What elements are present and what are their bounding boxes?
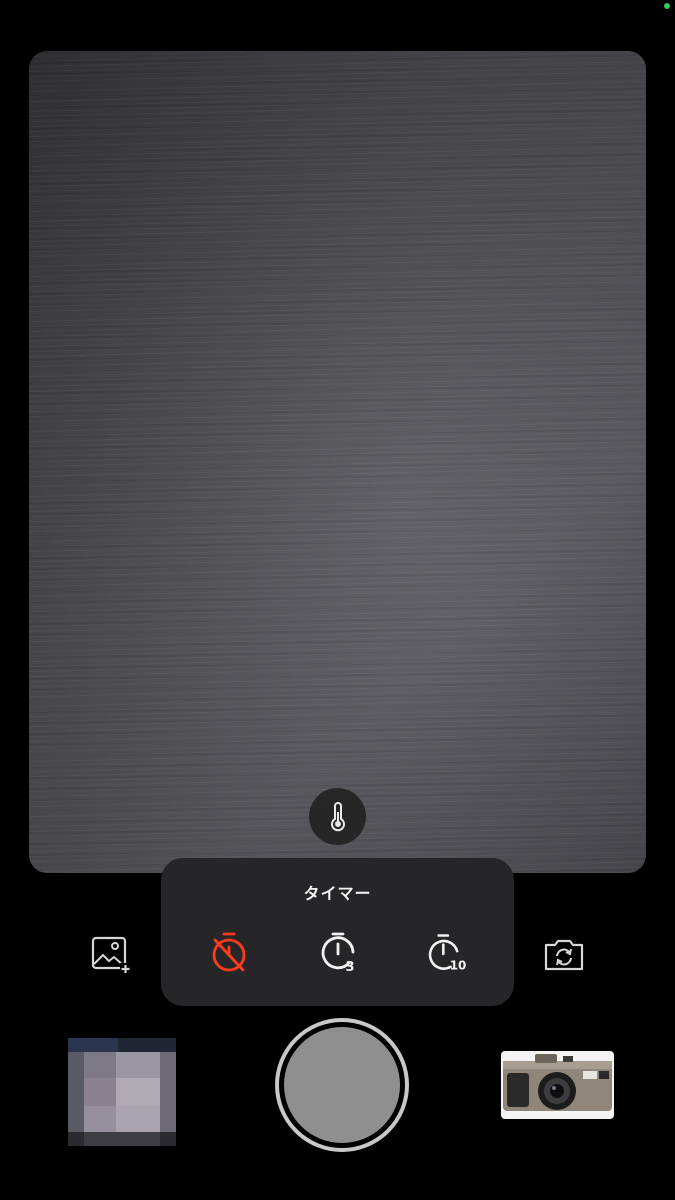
film-camera-thumbnail[interactable] <box>501 1051 614 1119</box>
timer-title: タイマー <box>303 884 372 903</box>
camera-viewfinder[interactable] <box>29 51 646 873</box>
flip-camera-icon <box>544 939 584 971</box>
viewfinder-vignette <box>29 51 646 873</box>
timer-3s-label: 3 <box>345 960 354 975</box>
flip-camera-button[interactable] <box>542 935 586 975</box>
timer-3s-icon: 3 <box>321 932 355 975</box>
shutter-inner <box>284 1027 400 1143</box>
recording-indicator <box>664 3 670 9</box>
add-photo-button[interactable] <box>89 935 133 975</box>
film-camera-icon <box>501 1051 614 1119</box>
white-balance-button[interactable] <box>309 788 366 845</box>
timer-3s-option[interactable]: 3 <box>315 930 361 976</box>
timer-off-option[interactable] <box>206 930 252 976</box>
timer-10s-icon: 10 <box>428 934 467 973</box>
thermometer-icon <box>330 801 345 831</box>
add-photo-icon <box>91 936 131 974</box>
timer-off-icon <box>212 932 246 972</box>
shutter-button[interactable] <box>275 1018 409 1152</box>
timer-10s-option[interactable]: 10 <box>424 930 470 976</box>
timer-panel: タイマー 3 10 <box>161 858 514 1006</box>
timer-10s-label: 10 <box>450 959 467 973</box>
gallery-thumbnail[interactable] <box>68 1038 176 1146</box>
